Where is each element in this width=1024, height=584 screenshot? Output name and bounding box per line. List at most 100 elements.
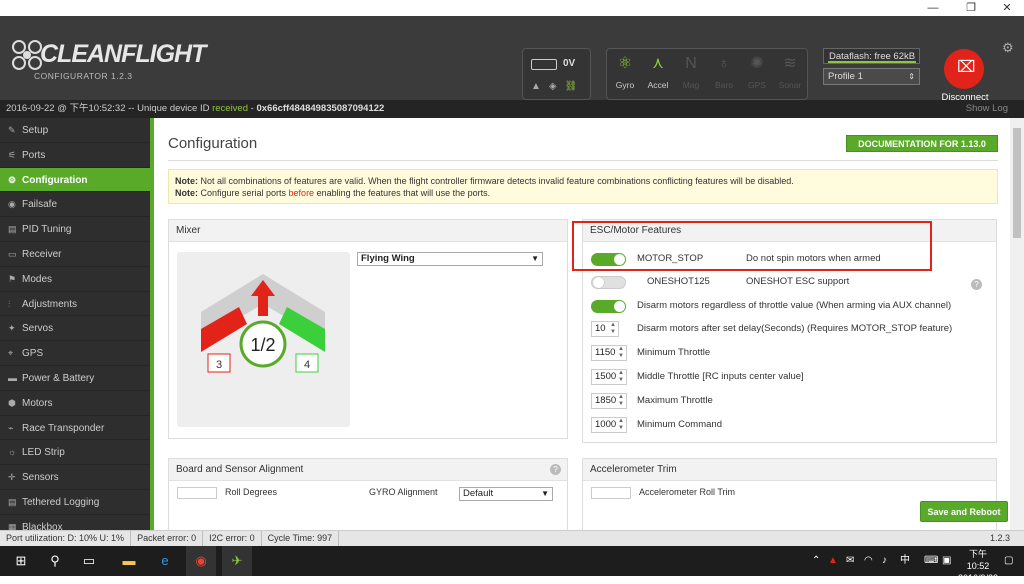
sidebar-item-servos[interactable]: ✦ Servos — [0, 316, 150, 342]
disarm-delay-input[interactable]: 10 ▲ ▼ — [591, 321, 619, 337]
action-center-icon[interactable]: ▢ — [1004, 546, 1013, 576]
maximize-button[interactable]: ❐ — [956, 0, 986, 16]
sidebar-item-label: Tethered Logging — [22, 496, 100, 508]
notification-app-icon[interactable]: ✉ — [846, 546, 854, 576]
signal-icon: ◈ — [548, 81, 565, 92]
keyboard-icon[interactable]: ⌨ — [924, 546, 938, 576]
sidebar-item-label: Sensors — [22, 472, 59, 484]
close-button[interactable]: ✕ — [992, 0, 1022, 16]
blackbox-icon: ▦ — [8, 521, 17, 530]
sidebar-item-configuration[interactable]: ⚙ Configuration — [0, 167, 150, 193]
sidebar-item-adjustments[interactable]: ⫶ Adjustments — [0, 292, 150, 317]
sidebar-item-label: LED Strip — [22, 447, 65, 459]
ime-mode-icon[interactable]: ▣ — [942, 546, 951, 576]
sidebar-item-failsafe[interactable]: ◉ Failsafe — [0, 192, 150, 218]
help-icon[interactable]: ? — [971, 279, 982, 290]
sidebar-item-motors[interactable]: ⬢ Motors — [0, 391, 150, 416]
oneshot125-toggle[interactable] — [591, 276, 626, 289]
feature-desc: ONESHOT ESC support — [746, 276, 850, 287]
input-label: Minimum Throttle — [637, 347, 711, 358]
updown-icon: ⇕ — [908, 72, 915, 81]
warning-icon: ▲ — [531, 81, 549, 92]
input-disarm-delay: 10 ▲ ▼ Disarm motors after set delay(Secon… — [591, 319, 981, 339]
sidebar-item-setup[interactable]: ✎ Setup — [0, 118, 150, 143]
input-method-icon[interactable]: 中 — [900, 546, 910, 576]
acc-roll-trim-input[interactable] — [591, 487, 631, 499]
sidebar-item-pid-tuning[interactable]: ▤ PID Tuning — [0, 217, 150, 242]
min-throttle-input[interactable]: 1150 ▲ ▼ — [591, 345, 627, 361]
motor-4-label: 4 — [304, 359, 310, 371]
sidebar-item-label: Servos — [22, 323, 54, 335]
cleanflight-logo: CLEANFLIGHT CONFIGURATOR 1.2.3 — [10, 38, 210, 90]
dataflash-bar — [828, 61, 916, 63]
sonar-icon: ≋ — [783, 55, 797, 72]
minimize-button[interactable]: — — [918, 0, 948, 16]
link-icon: ⛓ — [564, 81, 586, 92]
roll-degrees-input[interactable] — [177, 487, 217, 499]
cleanflight-taskbar-icon[interactable]: ✈ — [222, 546, 252, 576]
disconnect-button[interactable]: ⌧ — [944, 49, 984, 89]
input-max-throttle: 1850 ▲ ▼ Maximum Throttle — [591, 391, 981, 411]
acc-title: Accelerometer Trim — [583, 459, 996, 481]
chrome-icon[interactable]: ◉ — [186, 546, 216, 576]
i2c-error: I2C error: 0 — [203, 531, 262, 546]
sidebar-item-label: Configuration — [22, 174, 88, 186]
spinner-icon: ▲ ▼ — [618, 346, 624, 359]
max-throttle-input[interactable]: 1850 ▲ ▼ — [591, 393, 627, 409]
volume-icon[interactable]: ♪ — [882, 546, 887, 576]
adjustments-icon: ⫶ — [8, 298, 11, 309]
save-and-reboot-button[interactable]: Save and Reboot — [920, 501, 1008, 522]
edge-browser-icon[interactable]: e — [150, 546, 180, 576]
disarm-regardless-toggle[interactable] — [591, 300, 626, 313]
version-label: 1.2.3 — [989, 533, 1010, 543]
sidebar-item-race-transponder[interactable]: ⌁ Race Transponder — [0, 416, 150, 441]
mixer-type-select[interactable]: Flying Wing ▼ — [357, 252, 543, 266]
settings-gear-icon[interactable]: ⚙ — [1002, 40, 1014, 56]
note-text: Configure serial ports — [198, 188, 289, 198]
sidebar-item-sensors[interactable]: ✛ Sensors — [0, 465, 150, 490]
pid-icon: ▤ — [8, 224, 17, 235]
sidebar-item-label: GPS — [22, 348, 44, 360]
documentation-button[interactable]: DOCUMENTATION FOR 1.13.0 — [846, 135, 998, 152]
search-icon[interactable]: ⚲ — [40, 546, 70, 576]
mixer-selected: Flying Wing — [361, 253, 415, 264]
failsafe-icon: ◉ — [8, 199, 16, 210]
help-icon[interactable]: ? — [550, 464, 561, 475]
show-log-link[interactable]: Show Log — [966, 100, 1008, 118]
divider — [168, 160, 998, 161]
content-scrollbar[interactable] — [1010, 118, 1024, 530]
min-command-input[interactable]: 1000 ▲ ▼ — [591, 417, 627, 433]
sidebar: ✎ Setup ⚟ Ports ⚙ Configuration ◉ Failsafe ▤ PID … — [0, 118, 150, 530]
wifi-icon[interactable]: ◠ — [864, 546, 873, 576]
packet-error: Packet error: 0 — [131, 531, 204, 546]
profile-select[interactable]: Profile 1 ⇕ — [823, 68, 920, 85]
antivirus-icon[interactable]: ▲ — [828, 546, 838, 576]
taskbar-clock[interactable]: 下午 10:52 2016/9/22 — [958, 548, 998, 584]
sidebar-item-gps[interactable]: ⌖ GPS — [0, 341, 150, 366]
sidebar-item-power-battery[interactable]: ▬ Power & Battery — [0, 366, 150, 391]
highlight-annotation — [572, 221, 932, 271]
sidebar-item-blackbox[interactable]: ▦ Blackbox — [0, 515, 150, 530]
roll-degrees-label: Roll Degrees — [225, 487, 278, 497]
sidebar-item-tethered-logging[interactable]: ▤ Tethered Logging — [0, 490, 150, 515]
gyro-alignment-select[interactable]: Default ▼ — [459, 487, 553, 501]
sidebar-item-led-strip[interactable]: ☼ LED Strip — [0, 440, 150, 466]
scrollbar-thumb[interactable] — [1013, 128, 1021, 238]
sidebar-item-label: Race Transponder — [22, 422, 105, 434]
sidebar-item-receiver[interactable]: ▭ Receiver — [0, 242, 150, 267]
sensor-label: Mag — [682, 80, 700, 90]
windows-start-icon[interactable]: ⊞ — [6, 546, 36, 576]
file-explorer-icon[interactable]: ▬ — [114, 546, 144, 576]
sidebar-item-ports[interactable]: ⚟ Ports — [0, 143, 150, 168]
device-uid: 0x66cff484849835087094122 — [256, 103, 385, 114]
chevron-up-icon[interactable]: ⌃ — [812, 546, 820, 576]
task-view-icon[interactable]: ▭ — [74, 546, 104, 576]
motor-3-label: 3 — [216, 359, 222, 371]
mid-throttle-input[interactable]: 1500 ▲ ▼ — [591, 369, 627, 385]
input-label: Maximum Throttle — [637, 395, 713, 406]
sensor-baro: ♁ Baro — [708, 53, 740, 97]
sidebar-item-modes[interactable]: ⚑ Modes — [0, 267, 150, 292]
page-title: Configuration — [168, 135, 258, 152]
mixer-center-label: 1/2 — [250, 335, 275, 355]
status-received: received — [212, 103, 249, 114]
